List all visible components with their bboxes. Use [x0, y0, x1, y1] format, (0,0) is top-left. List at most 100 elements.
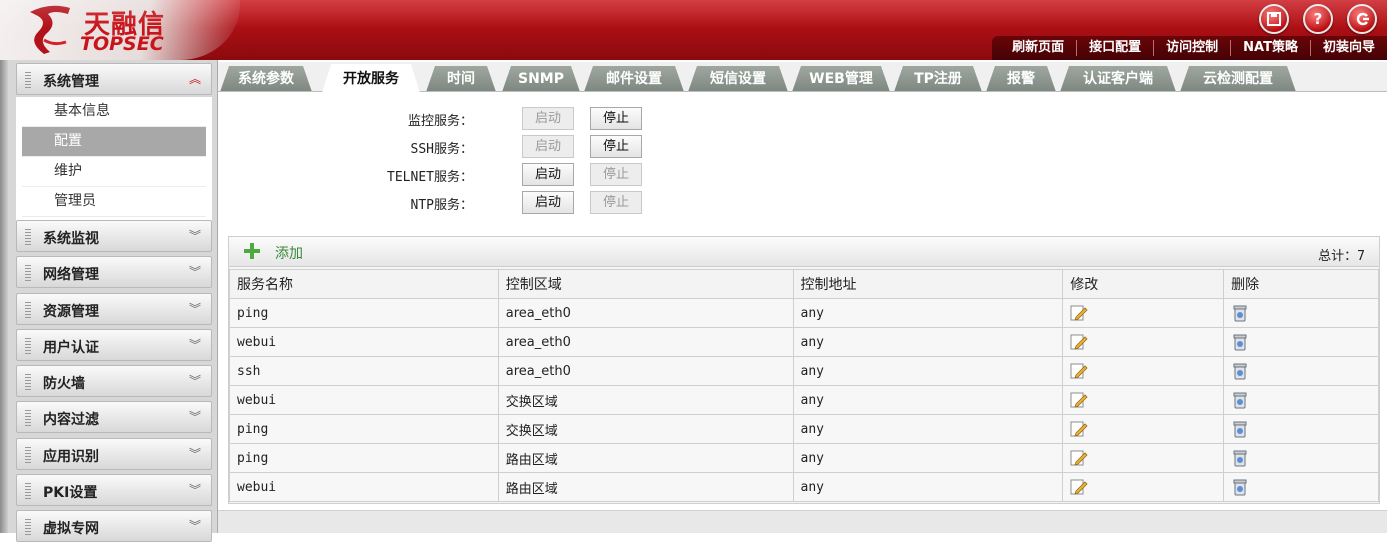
- cell-service-name: ping: [229, 414, 499, 444]
- tab-snmp[interactable]: SNMP: [502, 66, 580, 92]
- start-button[interactable]: 启动: [522, 135, 574, 158]
- sidebar-group-vpn[interactable]: 虚拟专网 ︾: [16, 510, 212, 542]
- column-header-delete: 删除: [1223, 269, 1379, 299]
- edit-icon[interactable]: [1070, 362, 1088, 380]
- sidebar-group-resources[interactable]: 资源管理 ︾: [16, 293, 212, 325]
- add-icon[interactable]: [243, 242, 261, 260]
- table-row: webui area_eth0 any: [229, 327, 1379, 357]
- chevron-up-icon: ︽: [188, 72, 201, 86]
- sidebar-group-label: 用户认证: [43, 340, 99, 356]
- delete-icon[interactable]: [1231, 304, 1249, 322]
- delete-icon[interactable]: [1231, 478, 1249, 496]
- stop-button[interactable]: 停止: [590, 163, 642, 186]
- grip-icon: [25, 374, 31, 390]
- bottom-scroll-area: [218, 510, 1387, 533]
- column-header-zone[interactable]: 控制区域: [497, 269, 794, 299]
- stop-button[interactable]: 停止: [590, 135, 642, 158]
- cell-address: any: [792, 298, 1064, 328]
- sidebar-group-system-monitor[interactable]: 系统监视 ︾: [16, 220, 212, 252]
- total-count: 总计：7: [1318, 249, 1365, 264]
- service-label: 监控服务：: [407, 114, 473, 129]
- delete-icon[interactable]: [1231, 333, 1249, 351]
- cell-zone: area_eth0: [497, 356, 794, 386]
- table-row: ping 路由区域 any: [229, 443, 1379, 473]
- sidebar-group-user-auth[interactable]: 用户认证 ︾: [16, 329, 212, 361]
- cell-address: any: [792, 327, 1064, 357]
- delete-icon[interactable]: [1231, 420, 1249, 438]
- sidebar-group-app-identification[interactable]: 应用识别 ︾: [16, 438, 212, 470]
- tab-tp-register[interactable]: TP注册: [894, 66, 982, 92]
- start-button[interactable]: 启动: [522, 191, 574, 214]
- edit-icon[interactable]: [1070, 304, 1088, 322]
- cell-edit: [1062, 356, 1225, 386]
- tab-sms-settings[interactable]: 短信设置: [688, 66, 788, 92]
- nav-refresh-page[interactable]: 刷新页面: [1000, 40, 1076, 56]
- edit-icon[interactable]: [1070, 478, 1088, 496]
- cell-service-name: ping: [229, 298, 499, 328]
- table-header-row: 服务名称 控制区域 控制地址 修改 删除: [229, 269, 1379, 299]
- tab-web-management[interactable]: WEB管理: [792, 66, 890, 92]
- start-button[interactable]: 启动: [522, 163, 574, 186]
- cell-service-name: ping: [229, 443, 499, 473]
- tab-auth-client[interactable]: 认证客户端: [1060, 66, 1176, 92]
- tab-system-params[interactable]: 系统参数: [220, 66, 312, 92]
- cell-edit: [1062, 327, 1225, 357]
- cell-service-name: webui: [229, 385, 499, 415]
- tab-cloud-detection[interactable]: 云检测配置: [1180, 66, 1296, 92]
- grip-icon: [25, 72, 31, 88]
- service-list-panel: 添加 总计：7 服务名称 控制区域 控制地址 修改 删除 ping area_e…: [228, 236, 1380, 504]
- delete-icon[interactable]: [1231, 391, 1249, 409]
- nav-access-control[interactable]: 访问控制: [1153, 40, 1230, 56]
- logout-icon[interactable]: [1347, 4, 1377, 34]
- sidebar-item-config[interactable]: 配置: [22, 127, 206, 157]
- cell-delete: [1223, 414, 1379, 444]
- cell-address: any: [792, 414, 1064, 444]
- cell-zone: 交换区域: [497, 385, 794, 415]
- sidebar-group-firewall[interactable]: 防火墙 ︾: [16, 365, 212, 397]
- nav-setup-wizard[interactable]: 初装向导: [1309, 40, 1387, 56]
- nav-nat-policy[interactable]: NAT策略: [1230, 40, 1310, 56]
- chevron-down-icon: ︾: [188, 229, 201, 243]
- column-header-service-name[interactable]: 服务名称: [229, 269, 499, 299]
- sidebar: 系统管理 ︽ 基本信息 配置 维护 管理员 系统监视 ︾ 网络管理 ︾ 资源管理…: [0, 60, 218, 542]
- cell-zone: 路由区域: [497, 443, 794, 473]
- sidebar-item-maintenance[interactable]: 维护: [22, 157, 206, 187]
- table-row: webui 交换区域 any: [229, 385, 1379, 415]
- sidebar-item-admin[interactable]: 管理员: [22, 187, 206, 217]
- edit-icon[interactable]: [1070, 420, 1088, 438]
- cell-edit: [1062, 443, 1225, 473]
- tab-time[interactable]: 时间: [426, 66, 496, 92]
- save-icon[interactable]: [1259, 4, 1289, 34]
- chevron-down-icon: ︾: [188, 302, 201, 316]
- edit-icon[interactable]: [1070, 449, 1088, 467]
- sidebar-item-basic-info[interactable]: 基本信息: [22, 97, 206, 127]
- cell-edit: [1062, 298, 1225, 328]
- sidebar-group-content-filter[interactable]: 内容过滤 ︾: [16, 401, 212, 433]
- start-button[interactable]: 启动: [522, 107, 574, 130]
- stop-button[interactable]: 停止: [590, 191, 642, 214]
- stop-button[interactable]: 停止: [590, 107, 642, 130]
- edit-icon[interactable]: [1070, 333, 1088, 351]
- tab-email-settings[interactable]: 邮件设置: [584, 66, 684, 92]
- cell-zone: area_eth0: [497, 298, 794, 328]
- column-header-address[interactable]: 控制地址: [792, 269, 1064, 299]
- chevron-down-icon: ︾: [188, 265, 201, 279]
- delete-icon[interactable]: [1231, 449, 1249, 467]
- list-toolbar: 添加 总计：7: [229, 237, 1379, 267]
- nav-interface-config[interactable]: 接口配置: [1076, 40, 1153, 56]
- edit-icon[interactable]: [1070, 391, 1088, 409]
- service-row-ntp: NTP服务： 启动 停止: [218, 190, 818, 216]
- sidebar-group-pki[interactable]: PKI设置 ︾: [16, 474, 212, 506]
- chevron-down-icon: ︾: [188, 410, 201, 424]
- sidebar-group-network[interactable]: 网络管理 ︾: [16, 256, 212, 288]
- delete-icon[interactable]: [1231, 362, 1249, 380]
- add-button[interactable]: 添加: [275, 243, 303, 263]
- cell-delete: [1223, 385, 1379, 415]
- tab-alarm[interactable]: 报警: [986, 66, 1056, 92]
- help-icon[interactable]: ?: [1303, 4, 1333, 34]
- sidebar-group-system-management[interactable]: 系统管理 ︽: [16, 63, 212, 95]
- cell-address: any: [792, 472, 1064, 502]
- column-header-edit: 修改: [1062, 269, 1225, 299]
- tab-open-services[interactable]: 开放服务: [322, 64, 420, 93]
- service-row-ssh: SSH服务： 启动 停止: [218, 134, 818, 160]
